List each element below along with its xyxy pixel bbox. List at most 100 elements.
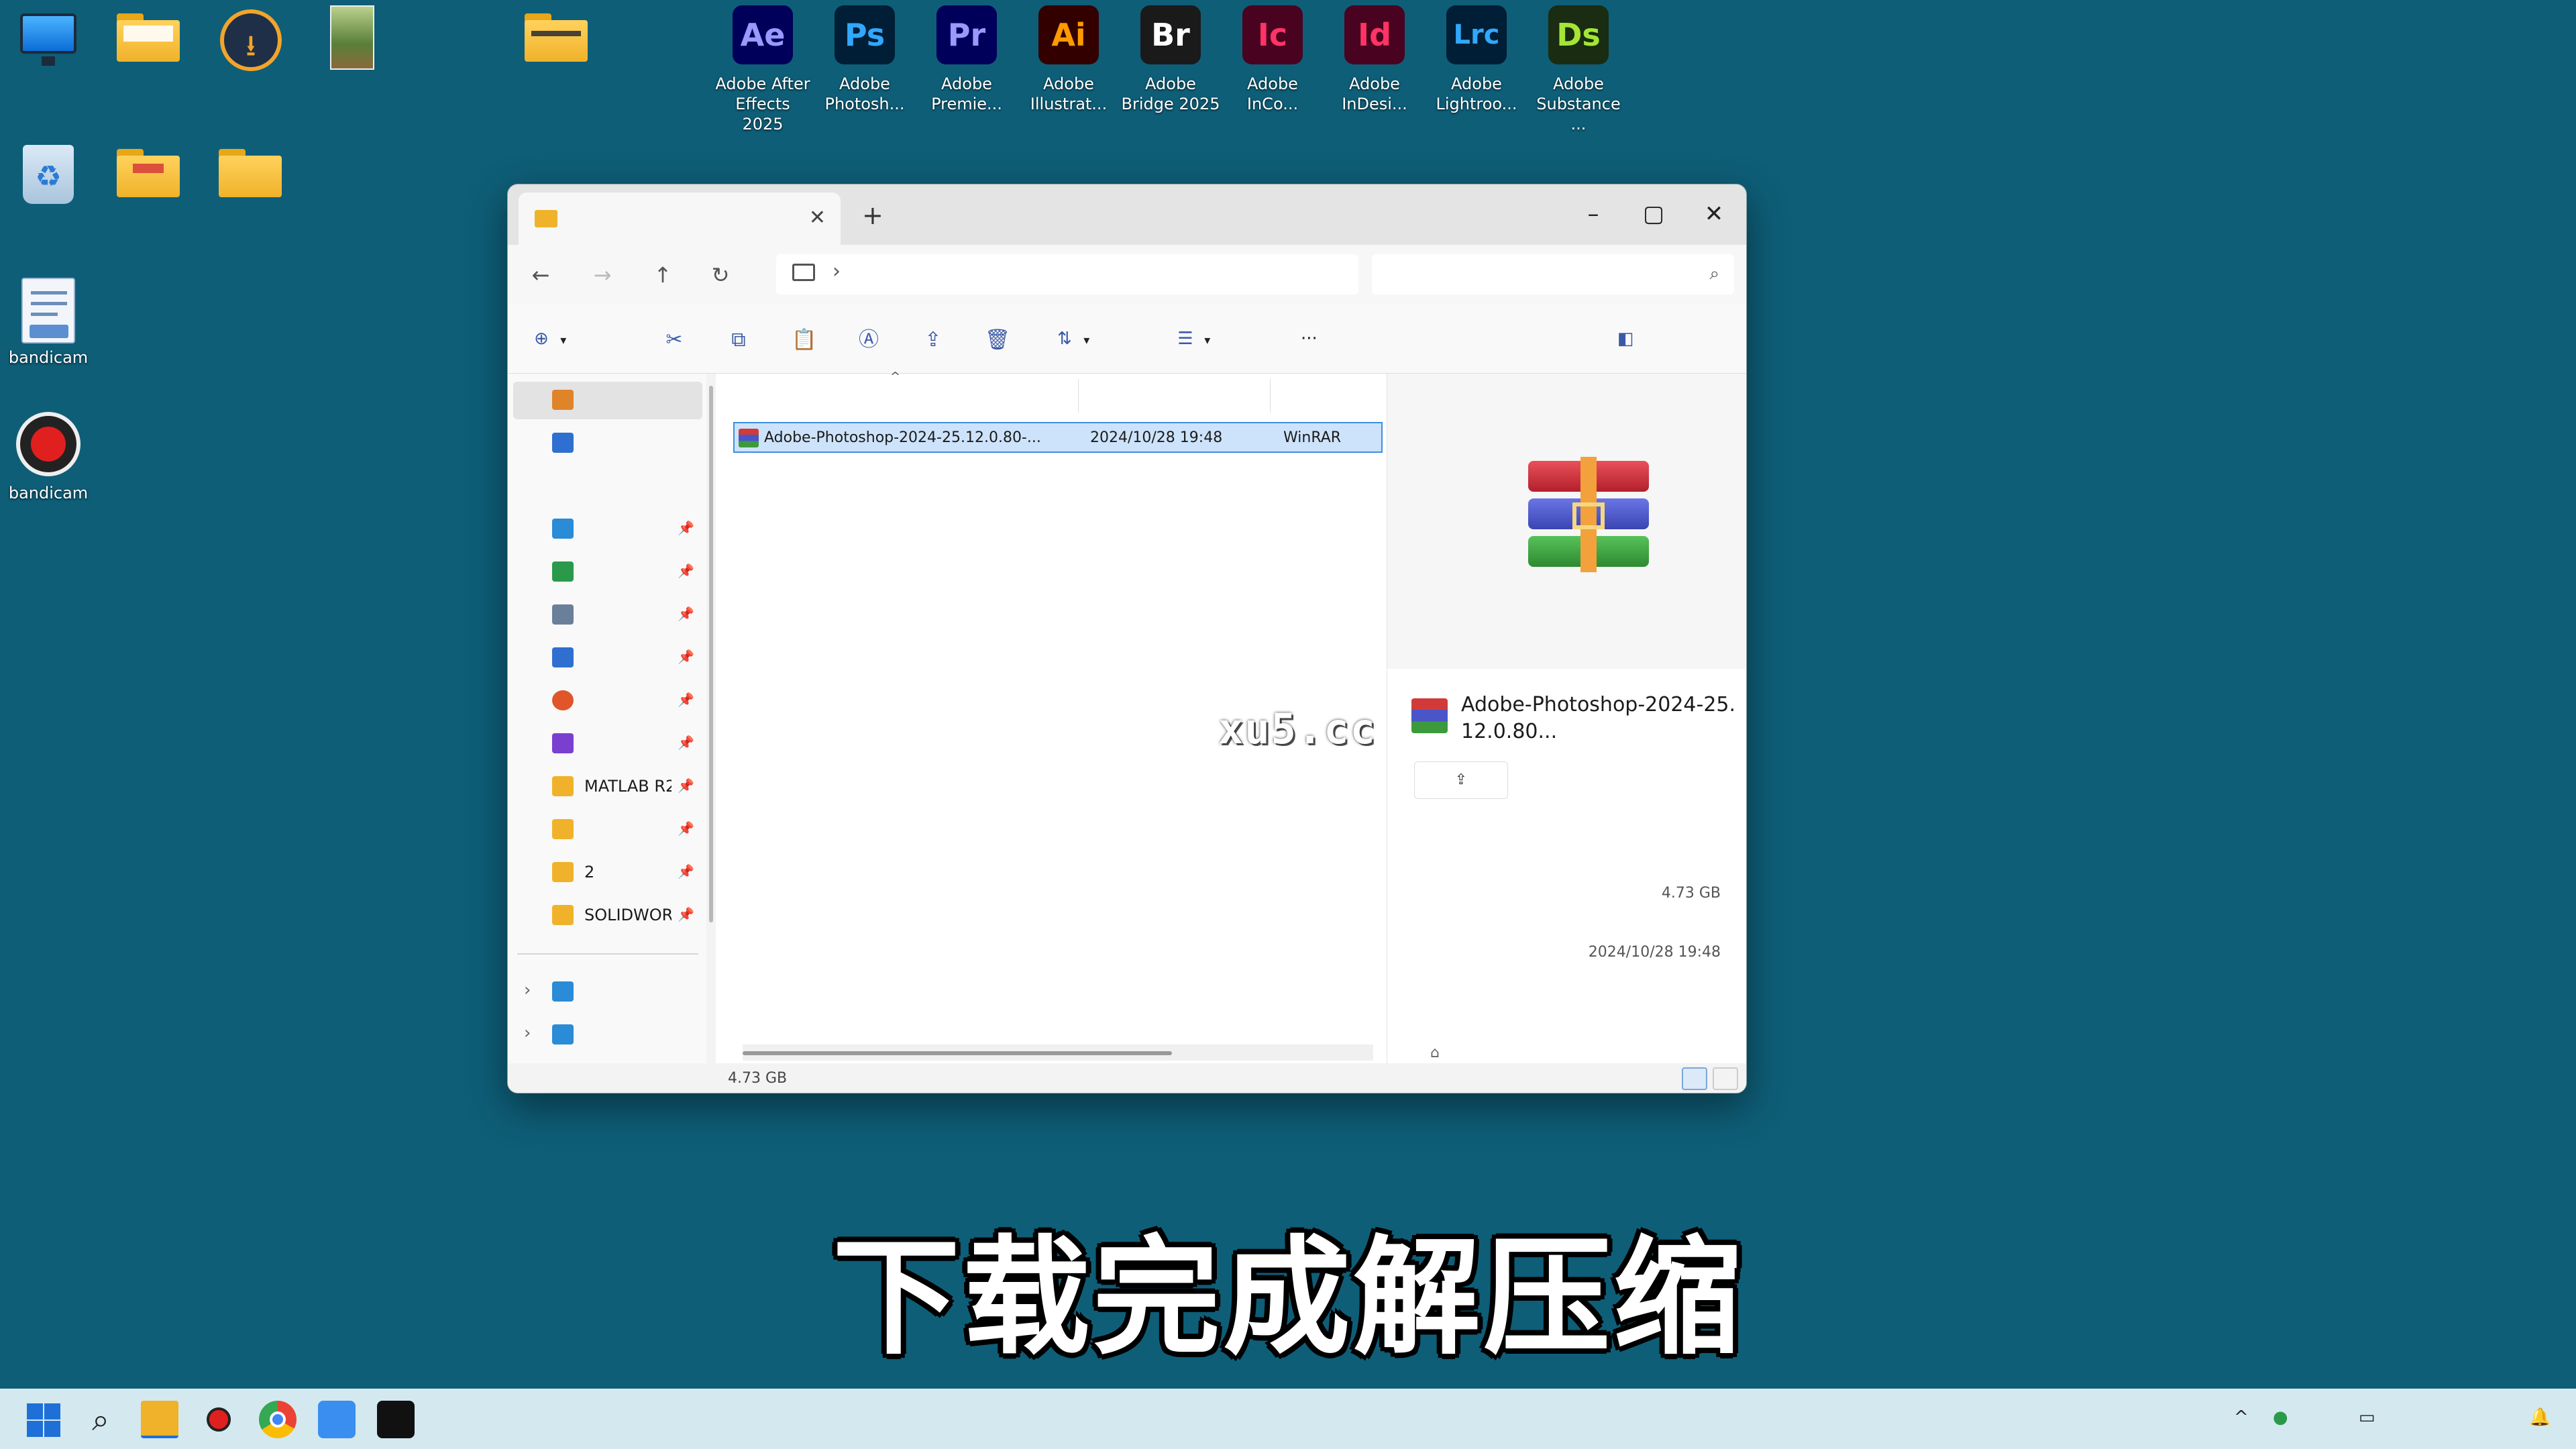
desktop-icon-label: Adobe Photosh... [824,74,905,113]
adobe-illustrator-desktop-icon[interactable]: Ai Adobe Illustrat... [1018,0,1119,134]
desktop-icon-label: Adobe InCo... [1246,74,1299,113]
tags-row[interactable]: ⌂ [1430,1044,1440,1061]
desktop-icon-label: Adobe Premie... [931,74,1002,113]
share-icon[interactable]: ⇪ [918,327,948,354]
delete-icon[interactable]: 🗑 [983,327,1012,354]
up-button[interactable]: ↑ [646,258,680,292]
minimize-button[interactable]: – [1566,194,1620,234]
nav-item-folder[interactable]: 📌 [513,811,702,849]
chevron-right-icon[interactable]: › [524,980,531,1000]
this-pc-desktop-icon[interactable] [0,0,107,134]
nav-scrollbar[interactable] [709,386,713,922]
forward-button[interactable]: → [586,258,619,292]
notification-bell-icon[interactable]: 🔔 [2529,1407,2551,1428]
close-tab-icon[interactable]: ✕ [809,206,826,229]
pin-icon: 📌 [678,906,694,922]
new-folder-desktop-icon[interactable] [508,0,616,134]
table-row[interactable]: Adobe-Photoshop-2024-25.12.0.80-... 2024… [733,422,1383,453]
adobe-after-effects-desktop-icon[interactable]: Ae Adobe After Effects 2025 [712,0,813,134]
nav-item-folder-2[interactable]: 2 📌 [513,854,702,892]
chevron-up-icon[interactable]: ^ [2234,1407,2249,1428]
incopy-icon: Ic [1242,5,1303,64]
pin-icon: 📌 [678,606,694,622]
adobe-premiere-desktop-icon[interactable]: Pr Adobe Premie... [916,0,1017,134]
downloader-desktop-icon[interactable]: ⭳ [203,0,310,134]
network-icon[interactable]: ▭ [2359,1407,2375,1428]
cut-icon[interactable]: ✂ [659,327,689,354]
detail-value-size: 4.73 GB [1661,885,1721,902]
nav-item-downloads[interactable]: 📌 [513,553,702,591]
adobe-lightroom-desktop-icon[interactable]: Lrc Adobe Lightroo... [1426,0,1527,134]
nav-item-home[interactable] [513,382,702,419]
pin-icon: 📌 [678,563,694,579]
bandicam-video-desktop-icon[interactable]: bandicam [0,271,107,405]
adobe-bridge-desktop-icon[interactable]: Br Adobe Bridge 2025 [1120,0,1221,134]
new-tab-button[interactable]: + [862,201,883,230]
close-window-button[interactable]: ✕ [1687,194,1741,234]
recycle-bin-icon: ♻ [23,145,74,204]
pc-icon [552,981,574,1002]
winrar-archive-icon [1411,698,1448,733]
record-taskbar-icon[interactable] [200,1401,237,1438]
network-icon [552,1024,574,1044]
folder-desktop-icon[interactable] [101,136,208,270]
wechat-tray-icon[interactable]: ● [2273,1407,2288,1428]
search-input[interactable] [1396,261,1691,288]
nav-item-matlab[interactable]: MATLAB R2 📌 [513,768,702,806]
file-preview [1387,374,1746,669]
more-button[interactable]: ··· [1301,324,1318,354]
column-separator[interactable] [1078,379,1079,413]
folder-icon [535,210,557,227]
nav-item-music[interactable]: 📌 [513,682,702,720]
sort-button[interactable]: ⇅ ▾ [1051,324,1089,354]
column-separator[interactable] [1270,379,1271,413]
refresh-button[interactable]: ↻ [704,258,737,292]
horizontal-scrollbar[interactable] [743,1044,1373,1061]
new-button[interactable]: ⊕ ▾ [528,324,566,354]
explorer-tab[interactable]: ✕ [519,193,841,245]
folder-desktop-icon[interactable] [101,0,208,134]
tiles-view-button[interactable] [1713,1067,1738,1090]
rename-icon[interactable]: Ⓐ [854,327,883,354]
adobe-photoshop-desktop-icon[interactable]: Ps Adobe Photosh... [814,0,915,134]
app-taskbar-icon[interactable] [377,1401,415,1438]
nav-item-videos[interactable]: 📌 [513,725,702,763]
adobe-substance-desktop-icon[interactable]: Ds Adobe Substance ... [1528,0,1629,134]
details-view-button[interactable] [1682,1067,1707,1090]
adobe-indesign-desktop-icon[interactable]: Id Adobe InDesi... [1324,0,1425,134]
chrome-icon[interactable] [259,1401,297,1438]
nav-item-pictures[interactable]: 📌 [513,639,702,677]
adobe-incopy-desktop-icon[interactable]: Ic Adobe InCo... [1222,0,1323,134]
pin-icon: 📌 [678,863,694,879]
recycle-bin-desktop-icon[interactable]: ♻ [0,136,107,270]
search-box[interactable]: ⌕ [1372,254,1734,294]
nav-item-desktop[interactable]: 📌 [513,511,702,548]
bandicam-app-desktop-icon[interactable]: bandicam [0,407,107,541]
start-button[interactable] [24,1401,62,1438]
lightroom-icon: Lrc [1446,5,1507,64]
gallery-icon [552,433,574,453]
file-name: Adobe-Photoshop-2024-25.12.0.80-... [764,429,1041,446]
app-taskbar-icon[interactable] [318,1401,356,1438]
breadcrumb[interactable]: › [776,254,1358,294]
share-button[interactable]: ⇪ [1414,761,1508,799]
nav-item-network[interactable]: › [513,1016,702,1054]
chevron-right-icon[interactable]: › [524,1023,531,1043]
nav-item-documents[interactable]: 📌 [513,596,702,634]
back-button[interactable]: ← [524,258,557,292]
detail-value-modified: 2024/10/28 19:48 [1588,944,1721,961]
nav-item-this-pc[interactable]: › [513,973,702,1011]
file-explorer-taskbar-icon[interactable] [141,1401,178,1438]
search-icon[interactable]: ⌕ [82,1401,119,1438]
folder-icon [117,13,180,62]
scrollbar-thumb[interactable] [743,1051,1172,1055]
view-button[interactable]: ☰ ▾ [1172,324,1210,354]
copy-icon[interactable]: ⧉ [724,327,753,354]
image-file-desktop-icon[interactable] [303,0,411,134]
paste-icon[interactable]: 📋 [790,327,819,354]
details-pane-button[interactable]: ◧ [1612,324,1639,354]
maximize-button[interactable]: ▢ [1627,194,1680,234]
folder-desktop-icon[interactable] [203,136,310,270]
nav-item-solidworks[interactable]: SOLIDWOR 📌 [513,897,702,934]
nav-item-gallery[interactable] [513,425,702,462]
